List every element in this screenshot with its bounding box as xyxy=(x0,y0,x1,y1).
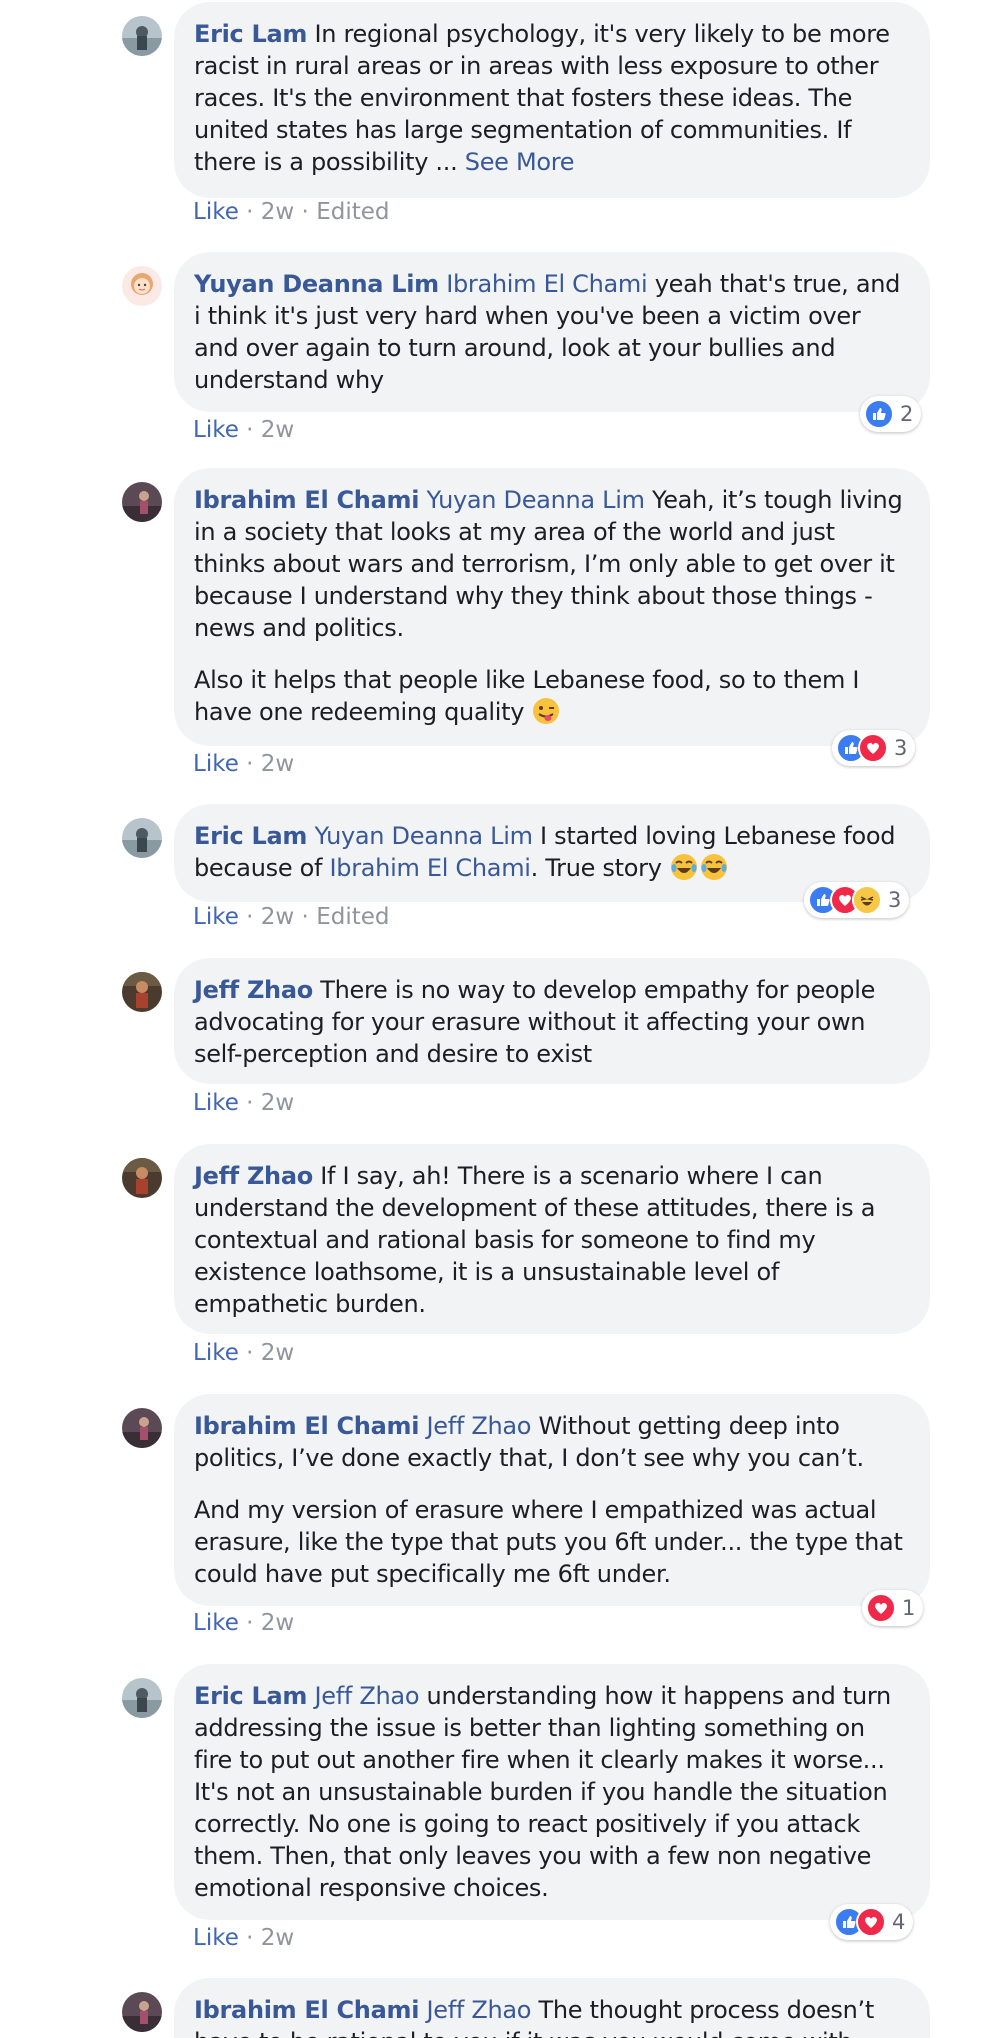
reactions-summary[interactable]: 1 xyxy=(862,1590,924,1626)
comment-author[interactable]: Eric Lam xyxy=(194,1682,307,1710)
haha-reaction-icon xyxy=(852,885,882,915)
comment-bubble: Ibrahim El Chami Jeff Zhao Without getti… xyxy=(174,1394,930,1606)
comment-bubble: Ibrahim El Chami Jeff Zhao The thought p… xyxy=(174,1978,930,2038)
tears-of-joy-emoji xyxy=(699,852,729,882)
reaction-count: 4 xyxy=(892,1910,906,1934)
comment-time[interactable]: 2w xyxy=(261,751,294,777)
comment-meta: Like · 2w xyxy=(193,751,295,777)
reaction-count: 1 xyxy=(902,1596,916,1620)
avatar-eric-lam[interactable] xyxy=(122,818,162,858)
comment-bubble: Eric Lam Jeff Zhao understanding how it … xyxy=(174,1664,930,1920)
comment-author[interactable]: Ibrahim El Chami xyxy=(194,1412,419,1440)
comment-text: And my version of erasure where I empath… xyxy=(194,1496,903,1588)
like-link[interactable]: Like xyxy=(193,1925,239,1951)
love-reaction-icon xyxy=(858,733,888,763)
love-reaction-icon xyxy=(866,1593,896,1623)
reactions-summary[interactable]: 4 xyxy=(830,1904,914,1940)
avatar-eric-lam[interactable] xyxy=(122,1678,162,1718)
comment-author[interactable]: Eric Lam xyxy=(194,822,307,850)
comment-meta: Like · 2w xyxy=(193,1925,295,1951)
like-link[interactable]: Like xyxy=(193,199,239,225)
comment-text: . True story xyxy=(530,854,662,882)
comment-time[interactable]: 2w xyxy=(261,417,294,443)
comment-meta: Like · 2w xyxy=(193,1610,295,1636)
comment-meta: Like · 2w · Edited xyxy=(193,904,390,930)
reaction-count: 2 xyxy=(900,402,914,426)
comment-text: understanding how it happens and turn ad… xyxy=(194,1682,891,1902)
comment-author[interactable]: Jeff Zhao xyxy=(194,1162,313,1190)
comment-time[interactable]: 2w xyxy=(261,1925,294,1951)
comment-author[interactable]: Jeff Zhao xyxy=(194,976,313,1004)
reactions-summary[interactable]: 3 xyxy=(804,882,910,918)
mention-link[interactable]: Ibrahim El Chami xyxy=(330,854,531,882)
comment-meta: Like · 2w xyxy=(193,1090,295,1116)
avatar-ibrahim-el-chami[interactable] xyxy=(122,1408,162,1448)
reaction-count: 3 xyxy=(894,736,908,760)
comment-bubble: Eric Lam In regional psychology, it's ve… xyxy=(174,2,930,198)
comment-meta: Like · 2w · Edited xyxy=(193,199,390,225)
comment-time[interactable]: 2w xyxy=(261,1610,294,1636)
comment-time[interactable]: 2w xyxy=(261,199,294,225)
like-link[interactable]: Like xyxy=(193,1610,239,1636)
comment-author[interactable]: Yuyan Deanna Lim xyxy=(194,270,439,298)
avatar-eric-lam[interactable] xyxy=(122,16,162,56)
like-link[interactable]: Like xyxy=(193,1090,239,1116)
like-link[interactable]: Like xyxy=(193,417,239,443)
comment-bubble: Yuyan Deanna Lim Ibrahim El Chami yeah t… xyxy=(174,252,930,412)
mention-link[interactable]: Jeff Zhao xyxy=(426,1412,531,1440)
avatar-ibrahim-el-chami[interactable] xyxy=(122,482,162,522)
comment-text: Also it helps that people like Lebanese … xyxy=(194,666,860,726)
mention-link[interactable]: Ibrahim El Chami xyxy=(446,270,647,298)
comment-time[interactable]: 2w xyxy=(261,904,294,930)
comment-author[interactable]: Ibrahim El Chami xyxy=(194,1996,419,2024)
mention-link[interactable]: Jeff Zhao xyxy=(314,1682,419,1710)
tears-of-joy-emoji xyxy=(669,852,699,882)
mention-link[interactable]: Jeff Zhao xyxy=(426,1996,531,2024)
avatar-jeff-zhao[interactable] xyxy=(122,972,162,1012)
comment-author[interactable]: Eric Lam xyxy=(194,20,307,48)
avatar-yuyan-deanna-lim[interactable] xyxy=(122,266,162,306)
comment-bubble: Jeff Zhao If I say, ah! There is a scena… xyxy=(174,1144,930,1334)
mention-link[interactable]: Yuyan Deanna Lim xyxy=(426,486,645,514)
comment-time[interactable]: 2w xyxy=(261,1090,294,1116)
avatar-jeff-zhao[interactable] xyxy=(122,1158,162,1198)
reactions-summary[interactable]: 3 xyxy=(832,730,916,766)
see-more-link[interactable]: See More xyxy=(465,148,575,176)
comment-meta: Like · 2w xyxy=(193,1340,295,1366)
tongue-wink-emoji xyxy=(531,696,561,726)
comment-time[interactable]: 2w xyxy=(261,1340,294,1366)
edited-label: Edited xyxy=(316,199,390,225)
mention-link[interactable]: Yuyan Deanna Lim xyxy=(314,822,533,850)
comment-bubble: Jeff Zhao There is no way to develop emp… xyxy=(174,958,930,1084)
like-link[interactable]: Like xyxy=(193,751,239,777)
edited-label: Edited xyxy=(316,904,390,930)
reaction-count: 3 xyxy=(888,888,902,912)
like-link[interactable]: Like xyxy=(193,904,239,930)
comment-meta: Like · 2w xyxy=(193,417,295,443)
like-link[interactable]: Like xyxy=(193,1340,239,1366)
love-reaction-icon xyxy=(856,1907,886,1937)
comment-bubble: Ibrahim El Chami Yuyan Deanna Lim Yeah, … xyxy=(174,468,930,746)
like-reaction-icon xyxy=(864,399,894,429)
comment-author[interactable]: Ibrahim El Chami xyxy=(194,486,419,514)
reactions-summary[interactable]: 2 xyxy=(860,396,922,432)
avatar-ibrahim-el-chami[interactable] xyxy=(122,1992,162,2032)
